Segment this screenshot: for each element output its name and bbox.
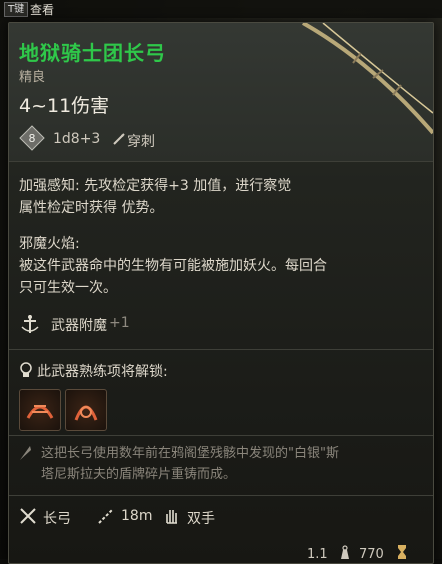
property-heightened-perception: 加强感知: 先攻检定获得+3 加值，进行察觉 属性检定时获得 优势。	[19, 175, 419, 219]
weapon-type: 长弓	[43, 511, 71, 527]
gold-coin-icon	[398, 545, 406, 559]
dice-formula: 1d8+3	[53, 131, 101, 147]
property-infernal-flame: 邪魔火焰: 被这件武器命中的生物有可能被施加妖火。每回合 只可生效一次。	[19, 233, 419, 299]
enchantment-label: 武器附魔	[51, 318, 107, 334]
damage-type: 穿刺	[127, 134, 155, 150]
property-line: 被这件武器命中的生物有可能被施加妖火。每回合	[19, 258, 327, 274]
divider	[9, 435, 433, 436]
item-name: 地狱骑士团长弓	[19, 41, 166, 65]
handedness: 双手	[187, 511, 215, 527]
skill-action-icon	[26, 405, 54, 419]
key-hint-badge: T键	[4, 2, 29, 17]
property-line: 加强感知: 先攻检定获得+3 加值，进行察觉	[19, 178, 292, 194]
property-title: 邪魔火焰:	[19, 236, 80, 252]
piercing-icon	[113, 133, 125, 145]
item-rarity: 精良	[19, 70, 46, 85]
item-tooltip: 地狱骑士团长弓 精良 4~11伤害 8 1d8+3 穿刺 加强感知: 先攻检定获…	[8, 22, 434, 564]
view-label[interactable]: 查看	[30, 1, 54, 18]
bow-illustration	[302, 23, 433, 135]
crossed-arrows-icon	[20, 508, 36, 524]
skill-slot-1[interactable]	[19, 389, 61, 431]
range-icon	[98, 508, 114, 524]
top-hint-bar: T键 查看	[0, 0, 442, 18]
divider	[9, 495, 433, 496]
item-value: 770	[359, 547, 384, 562]
lore-line: 这把长弓使用数年前在鸦阁堡残骸中发现的"白银"斯	[41, 446, 339, 461]
lore-description: 这把长弓使用数年前在鸦阁堡残骸中发现的"白银"斯 塔尼斯拉夫的盾牌碎片重铸而成。	[41, 443, 421, 485]
proficiency-unlock-label: 此武器熟练项将解锁:	[37, 364, 168, 380]
item-weight: 1.1	[307, 547, 328, 562]
enchantment-bonus: +1	[109, 315, 130, 331]
property-line: 只可生效一次。	[19, 280, 117, 296]
enchantment-icon	[21, 315, 39, 333]
divider	[9, 161, 433, 162]
weight-icon	[341, 545, 349, 559]
hand-icon	[166, 510, 177, 524]
damage-range: 4~11伤害	[19, 95, 110, 117]
lore-line: 塔尼斯拉夫的盾牌碎片重铸而成。	[41, 467, 237, 482]
property-line: 属性检定时获得 优势。	[19, 200, 164, 216]
weapon-range: 18m	[121, 508, 153, 524]
quill-icon	[20, 446, 31, 460]
skill-action-icon	[74, 405, 98, 421]
lightbulb-icon	[20, 362, 32, 377]
d8-dice-icon: 8	[19, 125, 45, 151]
skill-slot-2[interactable]	[65, 389, 107, 431]
divider	[9, 349, 433, 350]
dice-value: 8	[29, 132, 36, 145]
